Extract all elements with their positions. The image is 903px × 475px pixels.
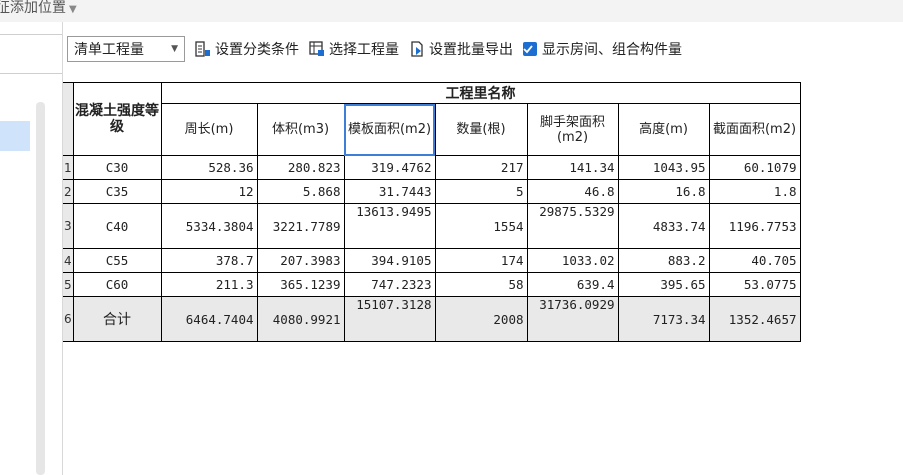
column-header[interactable]: 数量(根) <box>434 103 528 156</box>
top-bar: 征添加位置 ▼ <box>0 0 903 22</box>
value-cell[interactable]: 7173.34 <box>617 296 710 342</box>
value-cell[interactable]: 378.7 <box>160 248 258 273</box>
left-panel-scrollbar[interactable] <box>36 102 45 475</box>
grade-cell[interactable]: C40 <box>72 203 162 249</box>
row-number: 5 <box>63 272 74 297</box>
value-cell[interactable]: 395.65 <box>617 272 710 297</box>
value-cell[interactable]: 58 <box>434 272 528 297</box>
toolbar: 清单工程量 ▼ 设置分类条件 选择工程量 设置批量导出 显示房间、组合构件量 <box>63 34 903 64</box>
table-row[interactable]: 6 合计 6464.7404 4080.9921 15107.3128 2008 31736… <box>63 296 801 342</box>
value-cell[interactable]: 394.9105 <box>343 248 436 273</box>
left-panel-header <box>0 34 62 74</box>
value-cell[interactable]: 528.36 <box>160 155 258 180</box>
row-number-header <box>63 82 74 156</box>
value-cell[interactable]: 1033.02 <box>526 248 619 273</box>
value-cell[interactable]: 12 <box>160 179 258 204</box>
show-rooms-checkbox[interactable]: 显示房间、组合构件量 <box>523 39 682 59</box>
position-dropdown-label: 征添加位置 <box>0 0 66 16</box>
value-cell[interactable]: 280.823 <box>256 155 345 180</box>
set-category-button[interactable]: 设置分类条件 <box>195 39 299 59</box>
select-project-label: 选择工程量 <box>329 42 399 58</box>
column-header[interactable]: 体积(m3) <box>256 103 345 156</box>
value-cell[interactable]: 5 <box>434 179 528 204</box>
column-header-selected[interactable]: 模板面积(m2) <box>343 103 436 156</box>
value-cell[interactable]: 46.8 <box>526 179 619 204</box>
batch-export-button[interactable]: 设置批量导出 <box>409 39 513 59</box>
value-cell[interactable]: 1.8 <box>708 179 801 204</box>
row-number: 2 <box>63 179 74 204</box>
value-cell[interactable]: 16.8 <box>617 179 710 204</box>
value-cell[interactable]: 5.868 <box>256 179 345 204</box>
value-cell[interactable]: 174 <box>434 248 528 273</box>
quantity-type-select[interactable]: 清单工程量 ▼ <box>67 36 185 62</box>
set-category-label: 设置分类条件 <box>215 42 299 58</box>
value-cell[interactable]: 217 <box>434 155 528 180</box>
row-number: 4 <box>63 248 74 273</box>
value-cell[interactable]: 883.2 <box>617 248 710 273</box>
value-cell[interactable]: 639.4 <box>526 272 619 297</box>
quantity-type-value: 清单工程量 <box>74 42 144 58</box>
table-row[interactable]: 2 C35 12 5.868 31.7443 5 46.8 16.8 1.8 <box>63 179 801 204</box>
value-cell[interactable]: 1352.4657 <box>708 296 801 342</box>
table-row[interactable]: 1 C30 528.36 280.823 319.4762 217 141.34 1043.9… <box>63 155 801 180</box>
value-cell[interactable]: 31736.0929 <box>526 296 619 342</box>
position-dropdown[interactable]: 征添加位置 ▼ <box>0 0 77 17</box>
table-row[interactable]: 3 C40 5334.3804 3221.7789 13613.9495 1554 2987… <box>63 203 801 249</box>
value-cell[interactable]: 211.3 <box>160 272 258 297</box>
grade-header[interactable]: 混凝土强度等级 <box>72 82 162 156</box>
column-header[interactable]: 脚手架面积(m2) <box>526 103 619 156</box>
value-cell[interactable]: 60.1079 <box>708 155 801 180</box>
chevron-down-icon: ▼ <box>69 4 77 15</box>
value-cell[interactable]: 5334.3804 <box>160 203 258 249</box>
value-cell[interactable]: 4833.74 <box>617 203 710 249</box>
table-row[interactable]: 5 C60 211.3 365.1239 747.2323 58 639.4 395.65 53… <box>63 272 801 297</box>
value-cell[interactable]: 3221.7789 <box>256 203 345 249</box>
row-number: 1 <box>63 155 74 180</box>
value-cell[interactable]: 13613.9495 <box>343 203 436 249</box>
row-number: 6 <box>63 296 74 342</box>
table-row[interactable]: 4 C55 378.7 207.3983 394.9105 174 1033.02 883.2… <box>63 248 801 273</box>
grid-select-icon <box>309 41 324 56</box>
value-cell[interactable]: 40.705 <box>708 248 801 273</box>
value-cell[interactable]: 1554 <box>434 203 528 249</box>
value-cell[interactable]: 31.7443 <box>343 179 436 204</box>
value-cell[interactable]: 207.3983 <box>256 248 345 273</box>
column-header[interactable]: 周长(m) <box>160 103 258 156</box>
value-cell[interactable]: 53.0775 <box>708 272 801 297</box>
value-cell[interactable]: 747.2323 <box>343 272 436 297</box>
left-panel-selected-item[interactable] <box>0 121 30 151</box>
value-cell[interactable]: 6464.7404 <box>160 296 258 342</box>
value-cell[interactable]: 319.4762 <box>343 155 436 180</box>
grade-cell[interactable]: C60 <box>72 272 162 297</box>
quantity-table: 混凝土强度等级 工程里名称 周长(m) 体积(m3) 模板面积(m2) 数量(根… <box>63 82 801 342</box>
value-cell[interactable]: 1043.95 <box>617 155 710 180</box>
column-header[interactable]: 截面面积(m2) <box>708 103 801 156</box>
value-cell[interactable]: 1196.7753 <box>708 203 801 249</box>
show-rooms-label: 显示房间、组合构件量 <box>542 42 682 58</box>
value-cell[interactable]: 15107.3128 <box>343 296 436 342</box>
grade-cell[interactable]: 合计 <box>72 296 162 342</box>
export-icon <box>411 41 423 57</box>
column-header[interactable]: 高度(m) <box>617 103 710 156</box>
grade-cell[interactable]: C55 <box>72 248 162 273</box>
value-cell[interactable]: 141.34 <box>526 155 619 180</box>
category-icon <box>195 41 210 57</box>
select-project-button[interactable]: 选择工程量 <box>309 39 399 59</box>
chevron-down-icon: ▼ <box>171 44 178 54</box>
quantity-name-group-header: 工程里名称 <box>160 82 801 104</box>
checkbox-checked-icon <box>523 42 537 56</box>
value-cell[interactable]: 365.1239 <box>256 272 345 297</box>
left-panel <box>0 22 63 475</box>
value-cell[interactable]: 4080.9921 <box>256 296 345 342</box>
row-number: 3 <box>63 203 74 249</box>
grade-cell[interactable]: C35 <box>72 179 162 204</box>
batch-export-label: 设置批量导出 <box>429 42 513 58</box>
value-cell[interactable]: 29875.5329 <box>526 203 619 249</box>
grade-cell[interactable]: C30 <box>72 155 162 180</box>
value-cell[interactable]: 2008 <box>434 296 528 342</box>
